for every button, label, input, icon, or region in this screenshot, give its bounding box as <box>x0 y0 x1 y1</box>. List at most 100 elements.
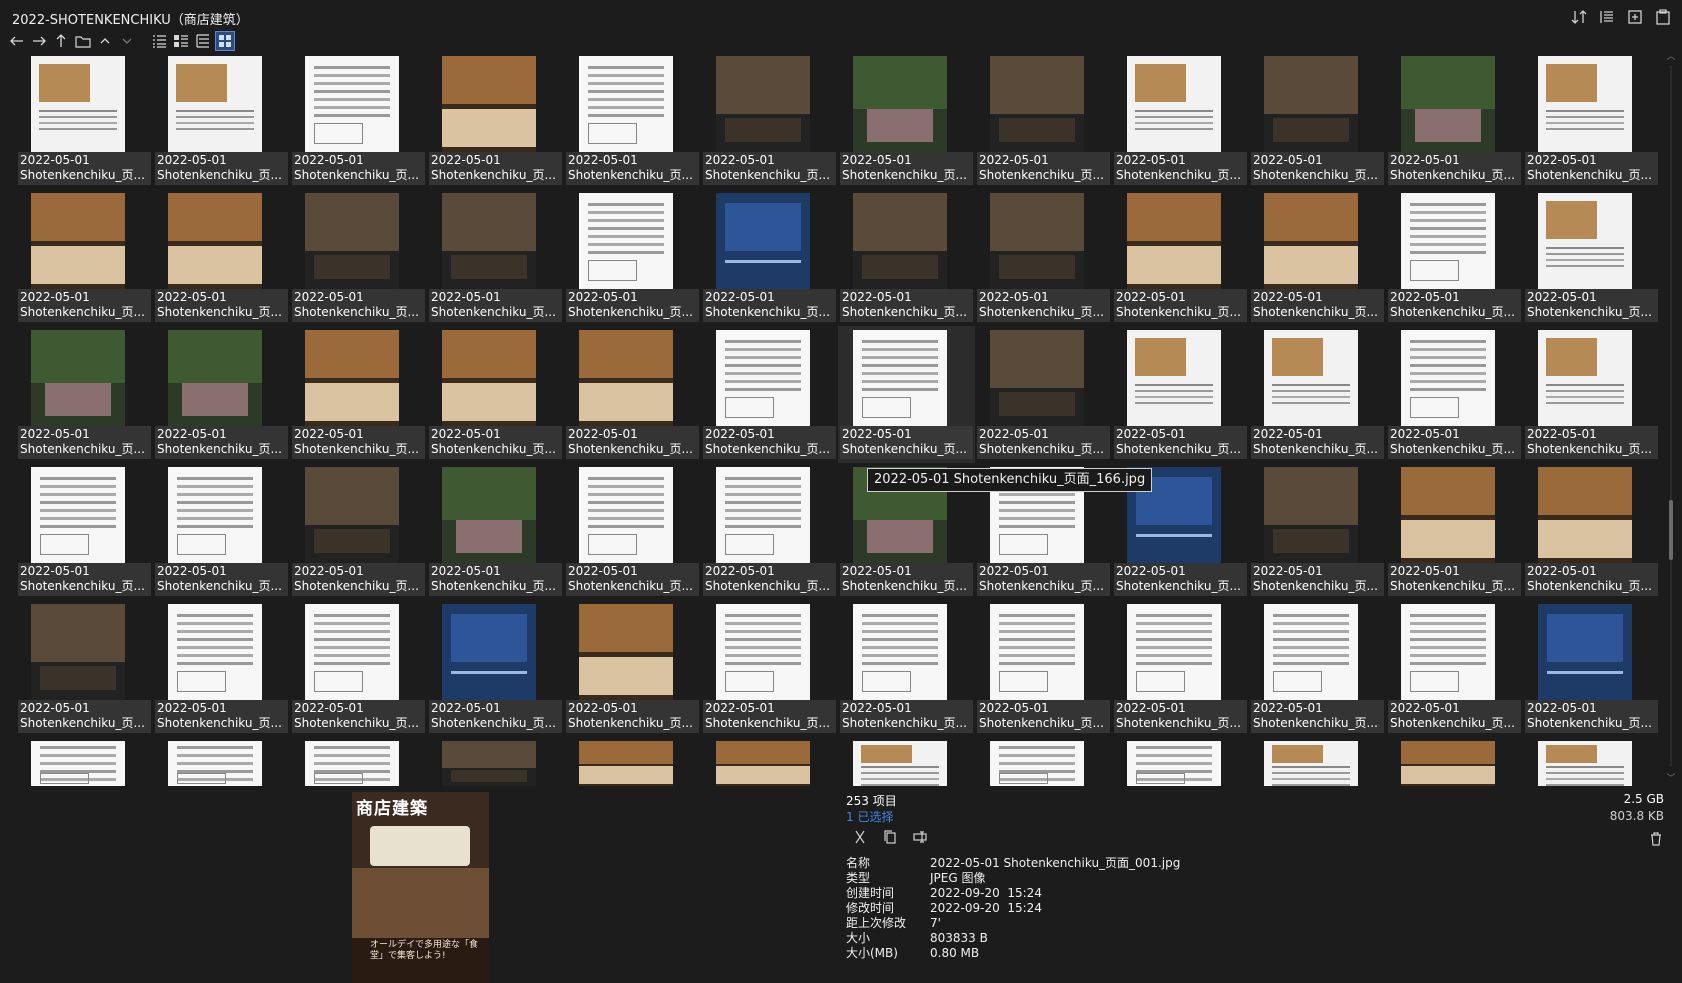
rename-icon[interactable] <box>912 829 928 845</box>
thumbnail-tile[interactable] <box>153 737 290 788</box>
thumbnail-tile[interactable]: 2022-05-01 Shotenkenchiku_页... <box>1112 600 1249 737</box>
thumbnail-tile[interactable]: 2022-05-01 Shotenkenchiku_页... <box>838 600 975 737</box>
thumbnail-tile[interactable]: 2022-05-01 Shotenkenchiku_页... <box>1386 326 1523 463</box>
thumbnail-tile[interactable]: 2022-05-01 Shotenkenchiku_页... <box>975 326 1112 463</box>
thumbnail-tile[interactable] <box>975 737 1112 788</box>
thumbnail-tile[interactable]: 2022-05-01 Shotenkenchiku_页... <box>564 52 701 189</box>
forward-icon[interactable] <box>30 32 48 50</box>
filter-icon[interactable] <box>1598 8 1616 26</box>
thumbnail-tile[interactable] <box>838 737 975 788</box>
thumbnail-tile[interactable]: 2022-05-01 Shotenkenchiku_页... <box>1112 189 1249 326</box>
thumbnail-tile[interactable]: 2022-05-01 Shotenkenchiku_页... <box>16 463 153 600</box>
scroll-down-icon[interactable]: ﹀ <box>1666 774 1676 784</box>
thumbnail-tile[interactable] <box>701 737 838 788</box>
thumbnail-tile[interactable] <box>16 737 153 788</box>
thumbnail-image <box>1264 741 1358 786</box>
tree-view-icon[interactable] <box>194 32 212 50</box>
scroll-thumb[interactable] <box>1669 500 1673 560</box>
thumbnail-tile[interactable]: 2022-05-01 Shotenkenchiku_页... <box>975 52 1112 189</box>
new-window-icon[interactable] <box>1626 8 1644 26</box>
thumbnail-tile[interactable] <box>290 737 427 788</box>
thumbnail-tile[interactable]: 2022-05-01 Shotenkenchiku_页... <box>1386 600 1523 737</box>
thumbnail-tile[interactable]: 2022-05-01 Shotenkenchiku_页... <box>838 326 975 463</box>
thumbnail-image <box>716 56 810 152</box>
thumbnail-tile[interactable]: 2022-05-01 Shotenkenchiku_页... <box>153 326 290 463</box>
thumbnail-tile[interactable]: 2022-05-01 Shotenkenchiku_页... <box>153 463 290 600</box>
thumbnail-label: 2022-05-01 Shotenkenchiku_页... <box>703 152 836 185</box>
scroll-up-icon[interactable]: ︿ <box>1666 52 1676 62</box>
thumbnail-tile[interactable] <box>1523 737 1660 788</box>
thumbnail-view-icon[interactable] <box>215 31 235 51</box>
scroll-track[interactable] <box>1670 66 1672 766</box>
thumbnail-date: 2022-05-01 <box>842 564 912 578</box>
thumbnail-tile[interactable]: 2022-05-01 Shotenkenchiku_页... <box>1249 326 1386 463</box>
thumbnail-tile[interactable]: 2022-05-01 Shotenkenchiku_页... <box>153 600 290 737</box>
thumbnail-tile[interactable]: 2022-05-01 Shotenkenchiku_页... <box>427 600 564 737</box>
thumbnail-tile[interactable]: 2022-05-01 Shotenkenchiku_页... <box>1249 52 1386 189</box>
thumbnail-tile[interactable]: 2022-05-01 Shotenkenchiku_页... <box>427 463 564 600</box>
thumbnail-tile[interactable]: 2022-05-01 Shotenkenchiku_页... <box>701 326 838 463</box>
thumbnail-tile[interactable] <box>1112 737 1249 788</box>
thumbnail-tile[interactable]: 2022-05-01 Shotenkenchiku_页... <box>1249 463 1386 600</box>
thumbnail-tile[interactable]: 2022-05-01 Shotenkenchiku_页... <box>1386 463 1523 600</box>
back-icon[interactable] <box>8 32 26 50</box>
thumbnail-tile[interactable]: 2022-05-01 Shotenkenchiku_页... <box>1249 189 1386 326</box>
thumbnail-tile[interactable]: 2022-05-01 Shotenkenchiku_页... <box>1523 189 1660 326</box>
thumbnail-tile[interactable]: 2022-05-01 Shotenkenchiku_页... <box>290 52 427 189</box>
thumbnail-tile[interactable]: 2022-05-01 Shotenkenchiku_页... <box>564 600 701 737</box>
thumbnail-filename: Shotenkenchiku_页... <box>568 168 693 182</box>
thumbnail-tile[interactable] <box>1249 737 1386 788</box>
thumbnail-tile[interactable]: 2022-05-01 Shotenkenchiku_页... <box>975 189 1112 326</box>
thumbnail-tile[interactable]: 2022-05-01 Shotenkenchiku_页... <box>975 600 1112 737</box>
thumbnail-image <box>168 193 262 289</box>
thumbnail-tile[interactable]: 2022-05-01 Shotenkenchiku_页... <box>838 52 975 189</box>
thumbnail-tile[interactable]: 2022-05-01 Shotenkenchiku_页... <box>1523 463 1660 600</box>
delete-icon[interactable] <box>1648 831 1664 847</box>
thumbnail-tile[interactable] <box>564 737 701 788</box>
thumbnail-tile[interactable]: 2022-05-01 Shotenkenchiku_页... <box>153 189 290 326</box>
thumbnail-tile[interactable]: 2022-05-01 Shotenkenchiku_页... <box>564 326 701 463</box>
thumbnail-tile[interactable]: 2022-05-01 Shotenkenchiku_页... <box>290 326 427 463</box>
details-view-icon[interactable] <box>172 32 190 50</box>
thumbnail-tile[interactable]: 2022-05-01 Shotenkenchiku_页... <box>1249 600 1386 737</box>
thumbnail-tile[interactable]: 2022-05-01 Shotenkenchiku_页... <box>1386 189 1523 326</box>
thumbnail-tile[interactable]: 2022-05-01 Shotenkenchiku_页... <box>701 189 838 326</box>
thumbnail-tile[interactable]: 2022-05-01 Shotenkenchiku_页... <box>1386 52 1523 189</box>
chevron-up-icon[interactable] <box>96 32 114 50</box>
thumbnail-tile[interactable]: 2022-05-01 Shotenkenchiku_页... <box>1523 326 1660 463</box>
thumbnail-tile[interactable]: 2022-05-01 Shotenkenchiku_页... <box>1523 52 1660 189</box>
list-view-icon[interactable] <box>150 32 168 50</box>
thumbnail-tile[interactable]: 2022-05-01 Shotenkenchiku_页... <box>290 600 427 737</box>
cut-icon[interactable] <box>852 829 868 845</box>
paste-icon[interactable] <box>1654 8 1672 26</box>
thumbnail-tile[interactable]: 2022-05-01 Shotenkenchiku_页... <box>1523 600 1660 737</box>
thumbnail-tile[interactable]: 2022-05-01 Shotenkenchiku_页... <box>290 189 427 326</box>
selected-count[interactable]: 1 已选择 <box>846 808 893 825</box>
thumbnail-tile[interactable]: 2022-05-01 Shotenkenchiku_页... <box>427 189 564 326</box>
item-count: 253 项目 <box>846 794 897 808</box>
thumbnail-tile[interactable]: 2022-05-01 Shotenkenchiku_页... <box>564 463 701 600</box>
sort-icon[interactable] <box>1570 8 1588 26</box>
thumbnail-tile[interactable]: 2022-05-01 Shotenkenchiku_页... <box>16 52 153 189</box>
up-icon[interactable] <box>52 32 70 50</box>
chevron-down-icon[interactable] <box>118 32 136 50</box>
thumbnail-tile[interactable] <box>1386 737 1523 788</box>
thumbnail-tile[interactable]: 2022-05-01 Shotenkenchiku_页... <box>701 52 838 189</box>
thumbnail-tile[interactable]: 2022-05-01 Shotenkenchiku_页... <box>16 189 153 326</box>
thumbnail-tile[interactable]: 2022-05-01 Shotenkenchiku_页... <box>1112 52 1249 189</box>
vertical-scrollbar[interactable]: ︿ ﹀ <box>1664 52 1678 788</box>
thumbnail-tile[interactable]: 2022-05-01 Shotenkenchiku_页... <box>838 189 975 326</box>
thumbnail-tile[interactable]: 2022-05-01 Shotenkenchiku_页... <box>564 189 701 326</box>
thumbnail-tile[interactable]: 2022-05-01 Shotenkenchiku_页... <box>701 463 838 600</box>
thumbnail-tile[interactable]: 2022-05-01 Shotenkenchiku_页... <box>290 463 427 600</box>
thumbnail-tile[interactable] <box>427 737 564 788</box>
thumbnail-tile[interactable]: 2022-05-01 Shotenkenchiku_页... <box>16 600 153 737</box>
thumbnail-tile[interactable]: 2022-05-01 Shotenkenchiku_页... <box>1112 326 1249 463</box>
thumbnail-tile[interactable]: 2022-05-01 Shotenkenchiku_页... <box>427 52 564 189</box>
thumbnail-tile[interactable]: 2022-05-01 Shotenkenchiku_页... <box>16 326 153 463</box>
thumbnail-tile[interactable]: 2022-05-01 Shotenkenchiku_页... <box>427 326 564 463</box>
copy-icon[interactable] <box>882 829 898 845</box>
folder-icon[interactable] <box>74 32 92 50</box>
thumbnail-tile[interactable]: 2022-05-01 Shotenkenchiku_页... <box>701 600 838 737</box>
thumbnail-tile[interactable]: 2022-05-01 Shotenkenchiku_页... <box>153 52 290 189</box>
